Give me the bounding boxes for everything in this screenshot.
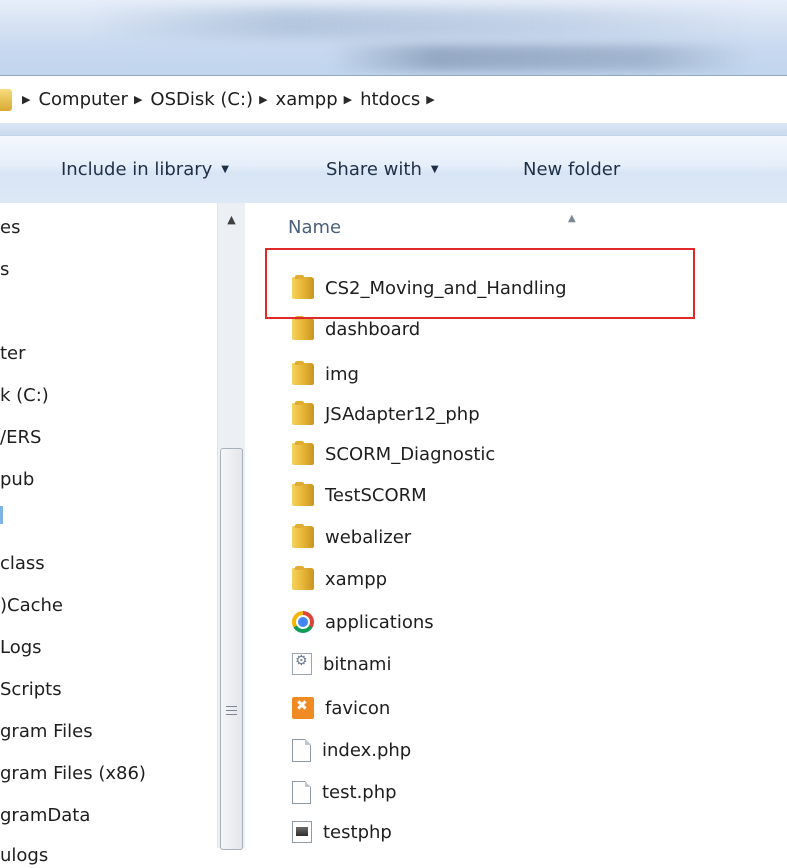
file-row[interactable]: bitnami: [292, 649, 391, 679]
file-row[interactable]: JSAdapter12_php: [292, 399, 480, 429]
name-column-header[interactable]: ▲ Name: [288, 213, 576, 238]
folder-icon: [292, 441, 314, 465]
breadcrumb-xampp[interactable]: xampp: [276, 89, 338, 110]
file-row[interactable]: TestSCORM: [292, 480, 427, 510]
breadcrumb-chevron-icon[interactable]: ▶: [22, 93, 30, 106]
nav-item[interactable]: pub: [0, 468, 34, 492]
address-bar-bottom-strip: [0, 123, 787, 135]
breadcrumb-htdocs[interactable]: htdocs: [360, 89, 420, 110]
document-icon: [292, 738, 311, 762]
folder-icon: [292, 401, 314, 425]
file-name: img: [325, 363, 359, 385]
breadcrumb-chevron-icon[interactable]: ▶: [134, 93, 142, 106]
nav-item[interactable]: s: [0, 258, 9, 282]
folder-icon: [292, 316, 314, 340]
scroll-up-arrow-icon[interactable]: ▲: [218, 209, 245, 229]
file-row[interactable]: applications: [292, 607, 434, 637]
xampp-icon: [292, 697, 314, 719]
file-name: xampp: [325, 568, 388, 590]
scroll-grip-icon: [226, 706, 237, 718]
breadcrumb-chevron-icon[interactable]: ▶: [259, 93, 267, 106]
folder-icon: [292, 566, 314, 590]
include-in-library-button[interactable]: Include in library ▼: [61, 136, 229, 203]
dropdown-arrow-icon: ▼: [430, 164, 439, 175]
nav-item[interactable]: k (C:): [0, 384, 49, 408]
file-row[interactable]: xampp: [292, 564, 387, 594]
window-title-bar: [0, 0, 787, 75]
nav-item[interactable]: es: [0, 216, 20, 240]
nav-scrollbar[interactable]: ▲: [217, 203, 245, 850]
image-file-icon: [292, 821, 312, 843]
file-name: favicon: [325, 697, 391, 719]
file-row[interactable]: img: [292, 359, 359, 389]
address-bar[interactable]: ▶ Computer ▶ OSDisk (C:) ▶ xampp ▶ htdoc…: [0, 75, 787, 124]
sort-ascending-icon: ▲: [568, 213, 576, 224]
nav-item[interactable]: )Cache: [0, 594, 63, 618]
file-row[interactable]: favicon: [292, 693, 390, 723]
nav-item[interactable]: ter: [0, 342, 26, 366]
new-folder-button[interactable]: New folder: [523, 136, 620, 203]
scroll-thumb[interactable]: [220, 448, 243, 850]
breadcrumb-chevron-icon[interactable]: ▶: [344, 93, 352, 106]
file-name: bitnami: [323, 653, 392, 675]
file-name: dashboard: [325, 318, 421, 340]
file-row[interactable]: test.php: [292, 777, 397, 807]
file-row[interactable]: testphp: [292, 817, 392, 847]
command-toolbar: Include in library ▼ Share with ▼ New fo…: [0, 135, 787, 204]
breadcrumb-computer[interactable]: Computer: [38, 89, 127, 110]
new-folder-label: New folder: [523, 159, 621, 180]
blurred-title-region: [90, 8, 750, 38]
file-name: test.php: [322, 781, 397, 803]
folder-icon: [292, 361, 314, 385]
file-row[interactable]: index.php: [292, 735, 411, 765]
nav-item[interactable]: gram Files (x86): [0, 762, 146, 786]
nav-item[interactable]: gramData: [0, 804, 90, 828]
file-name: index.php: [322, 739, 412, 761]
chrome-icon: [292, 611, 314, 633]
nav-item[interactable]: Scripts: [0, 678, 62, 702]
name-column-label: Name: [288, 217, 342, 238]
share-with-label: Share with: [326, 159, 422, 180]
file-row[interactable]: webalizer: [292, 522, 411, 552]
nav-item[interactable]: /ERS: [0, 426, 41, 450]
nav-item[interactable]: gram Files: [0, 720, 93, 744]
nav-item[interactable]: class: [0, 552, 45, 576]
breadcrumb-osdisk[interactable]: OSDisk (C:): [150, 89, 253, 110]
nav-selection-marker: [0, 506, 3, 524]
nav-item[interactable]: Logs: [0, 636, 42, 660]
file-row[interactable]: SCORM_Diagnostic: [292, 439, 495, 469]
document-icon: [292, 780, 311, 804]
include-in-library-label: Include in library: [61, 159, 213, 180]
folder-icon: [292, 482, 314, 506]
share-with-button[interactable]: Share with ▼: [326, 136, 439, 203]
highlight-annotation-box: [265, 248, 695, 319]
file-name: webalizer: [325, 526, 412, 548]
blurred-search-region: [330, 45, 750, 71]
folder-location-icon: [0, 88, 12, 111]
navigation-pane[interactable]: es s ter k (C:) /ERS pub class )Cache Lo…: [0, 203, 253, 866]
dropdown-arrow-icon: ▼: [221, 164, 229, 175]
settings-file-icon: [292, 653, 312, 675]
file-name: JSAdapter12_php: [325, 403, 480, 425]
file-name: testphp: [323, 821, 392, 843]
file-name: TestSCORM: [325, 484, 427, 506]
file-name: SCORM_Diagnostic: [325, 443, 496, 465]
breadcrumb-chevron-icon[interactable]: ▶: [426, 93, 434, 106]
file-name: applications: [325, 611, 434, 633]
folder-icon: [292, 524, 314, 548]
